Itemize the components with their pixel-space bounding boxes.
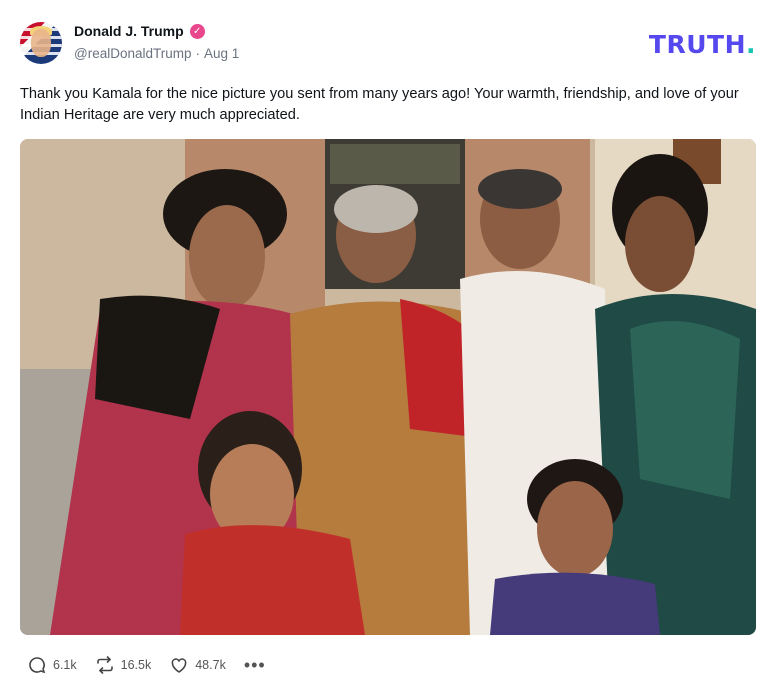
author-meta: @realDonaldTrump · Aug 1 [74,46,239,61]
retruth-button[interactable]: 16.5k [95,655,152,675]
post-header: Donald J. Trump ✓ @realDonaldTrump · Aug… [20,20,760,66]
family-photo-illustration [20,139,756,635]
post-image[interactable] [20,139,756,635]
more-dots-icon[interactable]: ••• [244,656,266,674]
post-text: Thank you Kamala for the nice picture yo… [20,86,739,123]
post-date[interactable]: Aug 1 [204,46,239,61]
reply-icon [29,657,46,674]
retruth-icon [96,656,113,674]
truth-logo-dot: . [746,30,756,59]
author-name-row: Donald J. Trump ✓ [74,23,205,39]
like-count: 48.7k [195,658,226,672]
truth-logo-text: TRUTH [648,30,746,59]
like-button[interactable]: 48.7k [169,655,226,675]
reply-button[interactable]: 6.1k [27,655,77,675]
reply-count: 6.1k [53,658,77,672]
heart-icon [171,658,187,673]
meta-separator: · [195,46,201,61]
verified-badge-icon: ✓ [189,23,205,39]
avatar[interactable] [20,22,62,64]
retruth-count: 16.5k [120,658,152,672]
post-actions: 6.1k 16.5k 48.7k ••• [27,655,266,675]
author-display-name[interactable]: Donald J. Trump [74,23,184,39]
author-handle[interactable]: @realDonaldTrump [74,46,192,61]
truth-logo[interactable]: TRUTH. [649,30,756,59]
